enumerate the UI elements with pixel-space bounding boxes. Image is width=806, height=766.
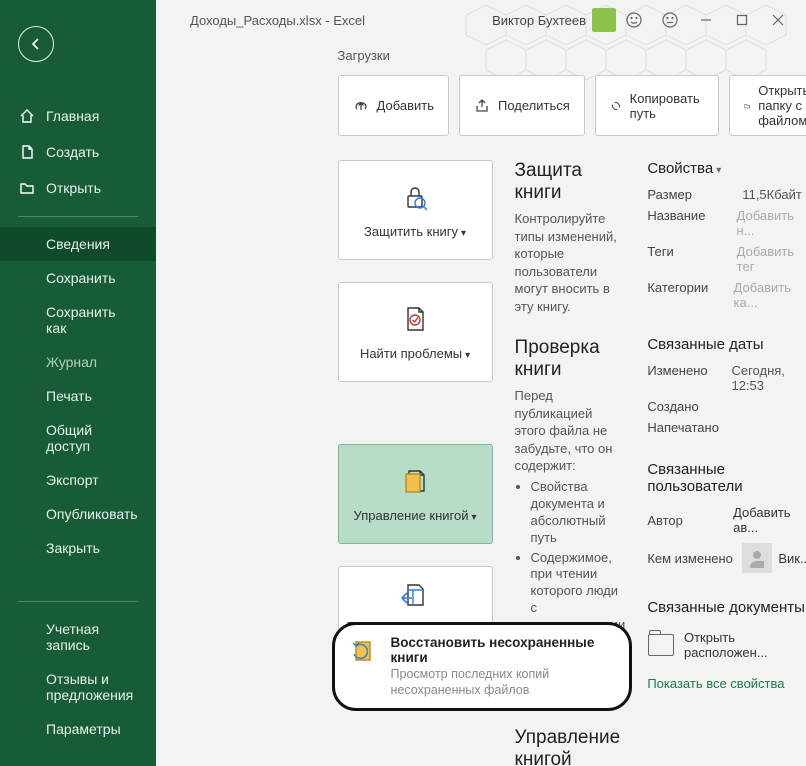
nav-publish[interactable]: Опубликовать [0, 497, 156, 531]
manage-book-icon [400, 464, 430, 500]
dates-heading: Связанные даты [647, 336, 806, 353]
recover-icon [349, 635, 379, 665]
nav-close[interactable]: Закрыть [0, 531, 156, 565]
nav-history: Журнал [0, 345, 156, 379]
nav-share[interactable]: Общий доступ [0, 413, 156, 463]
nav-save[interactable]: Сохранить [0, 261, 156, 295]
nav-options[interactable]: Параметры [0, 712, 156, 746]
recover-unsaved-popup[interactable]: Восстановить несохраненные книги Просмот… [332, 622, 632, 711]
new-file-icon [18, 143, 36, 161]
content-area: Загрузки Добавить Поделиться Копировать … [316, 0, 806, 766]
action-row: Добавить Поделиться Копировать путь Откр… [338, 75, 784, 136]
add-author-link[interactable]: Добавить ав... [733, 505, 806, 535]
folder-icon [648, 634, 674, 656]
inspect-heading: Проверка книги [515, 337, 626, 381]
breadcrumb: Загрузки [338, 48, 784, 63]
inspect-workbook-card[interactable]: Найти проблемы▾ [338, 282, 493, 382]
users-heading: Связанные пользователи [647, 461, 806, 495]
user-name[interactable]: Виктор Бухтеев [492, 13, 586, 28]
user-avatar[interactable] [592, 8, 616, 32]
close-icon[interactable] [760, 2, 796, 38]
nav-new[interactable]: Создать [0, 134, 156, 170]
manage-workbook-card[interactable]: Управление книгой▾ [338, 444, 493, 544]
nav-feedback[interactable]: Отзывы и предложения [0, 662, 156, 712]
protect-desc: Контролируйте типы изменений, которые по… [515, 210, 626, 315]
inspect-icon [400, 302, 430, 338]
add-categories-link[interactable]: Добавить ка... [734, 280, 806, 310]
docs-heading: Связанные документы [647, 599, 806, 616]
properties-heading[interactable]: Свойства▾ [647, 160, 806, 177]
properties-column: Свойства▾ Размер11,5Кбайт НазваниеДобави… [647, 160, 806, 766]
open-location-button[interactable]: Открыть расположен... [647, 626, 806, 664]
popup-subtitle: Просмотр последних копий несохраненных ф… [391, 667, 615, 698]
openfolder-button[interactable]: Открыть папку с файлом [729, 75, 806, 136]
browser-view-icon [400, 581, 430, 611]
lock-icon [400, 180, 430, 216]
inspect-desc: Перед публикацией этого файла не забудьт… [515, 387, 626, 475]
maximize-icon[interactable] [724, 2, 760, 38]
back-button[interactable] [18, 26, 54, 62]
nav-print[interactable]: Печать [0, 379, 156, 413]
copypath-button[interactable]: Копировать путь [595, 75, 719, 136]
upload-button[interactable]: Добавить [338, 75, 449, 136]
titlebar: Доходы_Расходы.xlsx - Excel Виктор Бухте… [160, 0, 806, 40]
manage-heading: Управление книгой [515, 727, 626, 766]
nav-open[interactable]: Открыть [0, 170, 156, 206]
nav-account[interactable]: Учетная запись [0, 612, 156, 662]
add-title-link[interactable]: Добавить н... [737, 208, 806, 238]
nav-saveas[interactable]: Сохранить как [0, 295, 156, 345]
face-neutral-icon[interactable] [652, 2, 688, 38]
nav-export[interactable]: Экспорт [0, 463, 156, 497]
nav-info[interactable]: Сведения [0, 227, 156, 261]
share-button[interactable]: Поделиться [459, 75, 585, 136]
add-tags-link[interactable]: Добавить тег [737, 244, 806, 274]
popup-title: Восстановить несохраненные книги [391, 635, 615, 665]
file-title: Доходы_Расходы.xlsx - Excel [190, 13, 365, 28]
sidebar: Главная Создать Открыть Сведения Сохрани… [0, 0, 156, 766]
protect-heading: Защита книги [515, 160, 626, 204]
nav-home[interactable]: Главная [0, 98, 156, 134]
protect-workbook-card[interactable]: Защитить книгу▾ [338, 160, 493, 260]
minimize-icon[interactable] [688, 2, 724, 38]
modifier-avatar [742, 543, 772, 573]
face-smile-icon[interactable] [616, 2, 652, 38]
card-column: Защитить книгу▾ Найти проблемы▾ Управлен… [338, 160, 493, 766]
home-icon [18, 107, 36, 125]
open-folder-icon [18, 179, 36, 197]
show-all-props-link[interactable]: Показать все свойства [647, 676, 806, 691]
inspect-item-1: Свойства документа и абсолютный путь [531, 479, 626, 547]
